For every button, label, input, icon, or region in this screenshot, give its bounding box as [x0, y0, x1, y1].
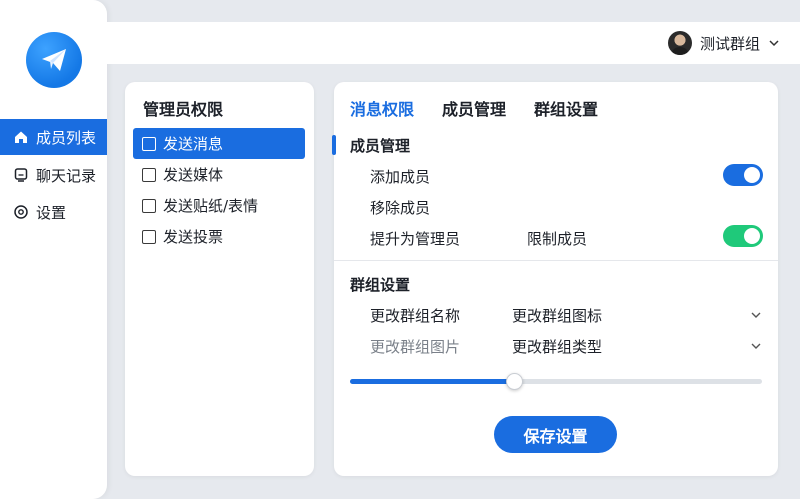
section-indicator [332, 135, 336, 155]
avatar [667, 31, 692, 55]
add-member-label: 添加成员 [370, 168, 431, 186]
permission-label: 发送投票 [163, 228, 224, 246]
user-menu[interactable]: 测试群组 [667, 28, 780, 58]
sidebar: 成员列表 聊天记录 设置 [0, 0, 107, 499]
group-section-title: 群组设置 [350, 276, 411, 294]
change-group-name-option[interactable]: 更改群组名称 [370, 305, 460, 326]
app-logo[interactable] [26, 32, 82, 88]
remove-member-label: 移除成员 [370, 199, 431, 217]
checkbox[interactable] [142, 229, 156, 244]
sidebar-item-label: 设置 [36, 203, 67, 222]
checkbox[interactable] [142, 198, 156, 213]
tab-group-settings[interactable]: 群组设置 [534, 96, 598, 120]
user-name: 测试群组 [699, 34, 760, 53]
add-member-toggle[interactable] [723, 164, 763, 186]
section-divider [334, 260, 778, 261]
permission-item-send-message[interactable]: 发送消息 [133, 128, 305, 159]
sidebar-item-label: 聊天记录 [36, 166, 97, 185]
chevron-down-icon[interactable] [750, 340, 762, 352]
change-group-type-option[interactable]: 更改群组类型 [512, 336, 602, 357]
sidebar-item-settings[interactable]: 设置 [0, 194, 107, 230]
top-bar: 测试群组 [107, 22, 800, 64]
settings-panel: 消息权限 成员管理 群组设置 成员管理 添加成员 移除成员 提升为管理员 限制成… [332, 82, 778, 476]
restrict-member-toggle[interactable] [723, 225, 763, 247]
change-group-icon-option[interactable]: 更改群组图标 [512, 305, 602, 326]
paper-plane-icon [42, 49, 66, 71]
sidebar-item-members[interactable]: 成员列表 [0, 119, 107, 155]
permission-label: 发送消息 [163, 135, 224, 153]
chat-icon [12, 166, 30, 184]
change-group-image-option[interactable]: 更改群组图片 [370, 336, 460, 357]
permission-item-send-polls[interactable]: 发送投票 [133, 221, 305, 252]
permissions-panel: 管理员权限 发送消息 发送媒体 发送贴纸/表情 发送投票 [125, 82, 314, 476]
permission-item-send-stickers[interactable]: 发送贴纸/表情 [133, 190, 305, 221]
chevron-down-icon[interactable] [750, 309, 762, 321]
slider-fill [350, 379, 514, 384]
permission-label: 发送媒体 [163, 166, 224, 184]
tab-message-permissions[interactable]: 消息权限 [350, 96, 414, 120]
tab-member-management[interactable]: 成员管理 [442, 96, 506, 120]
toggle-knob [744, 167, 760, 183]
permissions-title: 管理员权限 [143, 100, 224, 119]
permission-item-send-media[interactable]: 发送媒体 [133, 159, 305, 190]
chevron-down-icon [769, 40, 779, 47]
restrict-member-label: 限制成员 [527, 230, 588, 248]
checkbox[interactable] [142, 167, 156, 182]
sidebar-item-chat-history[interactable]: 聊天记录 [0, 157, 107, 193]
checkbox[interactable] [142, 136, 156, 151]
settings-tabs: 消息权限 成员管理 群组设置 [350, 96, 598, 120]
member-section-title: 成员管理 [350, 137, 411, 155]
save-settings-button[interactable]: 保存设置 [494, 416, 617, 453]
settings-icon [12, 203, 30, 221]
sidebar-item-label: 成员列表 [36, 128, 97, 147]
settings-slider[interactable] [350, 373, 762, 390]
home-icon [12, 128, 30, 146]
toggle-knob [744, 228, 760, 244]
slider-thumb[interactable] [505, 373, 523, 390]
promote-admin-label: 提升为管理员 [370, 230, 461, 248]
permission-label: 发送贴纸/表情 [163, 197, 259, 215]
